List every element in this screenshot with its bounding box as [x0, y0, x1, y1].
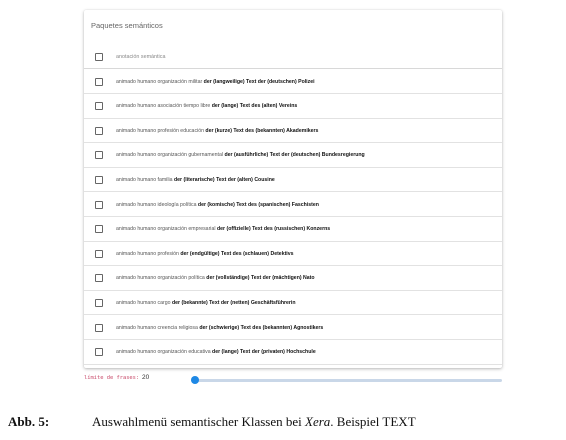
- row-description: animado humano organización empresarial: [116, 226, 216, 233]
- row-description: animado humano familia: [116, 176, 173, 183]
- row-label: animado humano asociación tiempo libre d…: [116, 103, 297, 109]
- row-template: der (lange) Text der (privaten) Hochschu…: [212, 349, 316, 356]
- row-checkbox[interactable]: [95, 348, 103, 357]
- row-template: der (lange) Text des (alten) Vereins: [211, 103, 298, 110]
- row-checkbox[interactable]: [95, 151, 103, 160]
- row-description: animado humano asociación tiempo libre: [116, 103, 211, 110]
- row-description: animado humano organización política: [116, 275, 205, 282]
- row-label: animado humano organización militar der …: [116, 79, 315, 85]
- row-description: animado humano profesión educación: [116, 127, 204, 134]
- semantic-package-row[interactable]: animado humano profesión educación der (…: [84, 119, 502, 144]
- slider-thumb[interactable]: [191, 376, 199, 384]
- row-label: animado humano ideología política der (k…: [116, 202, 319, 208]
- semantic-package-row[interactable]: animado humano creencia religiosa der (s…: [84, 316, 502, 340]
- row-description: animado humano organización gubernamenta…: [116, 152, 223, 159]
- caption-number: Abb. 5:: [8, 414, 50, 429]
- row-checkbox[interactable]: [95, 77, 103, 86]
- row-description: animado humano organización militar: [116, 78, 203, 85]
- panel-title: Paquetes semánticos: [91, 21, 163, 30]
- row-template: der (literarische) Text der (alten) Cous…: [173, 176, 275, 183]
- row-checkbox[interactable]: [95, 249, 103, 258]
- row-template: der (vollständige) Text der (mächtigen) …: [206, 275, 315, 282]
- semantic-package-row[interactable]: animado humano organización educativa de…: [84, 341, 502, 365]
- header-row[interactable]: anotación semántica: [84, 45, 502, 69]
- row-label: animado humano familia der (literarische…: [116, 177, 275, 183]
- row-description: animado humano organización educativa: [116, 349, 211, 356]
- row-label: animado humano organización empresarial …: [116, 226, 330, 232]
- row-description: animado humano profesión: [116, 250, 179, 257]
- row-template: der (bekannte) Text der (netten) Geschäf…: [171, 299, 296, 306]
- row-template: der (schwierige) Text des (bekannten) Ag…: [199, 324, 324, 331]
- slider-track[interactable]: [194, 379, 502, 382]
- header-label: anotación semántica: [116, 53, 166, 60]
- row-label: animado humano cargo der (bekannte) Text…: [116, 300, 296, 306]
- row-checkbox[interactable]: [95, 225, 103, 234]
- row-template: der (offizielle) Text des (russischen) K…: [216, 226, 331, 233]
- row-description: animado humano ideología política: [116, 201, 197, 208]
- row-checkbox[interactable]: [95, 126, 103, 135]
- slider-label: límite de frases:: [84, 375, 140, 381]
- semantic-package-row[interactable]: animado humano ideología política der (k…: [84, 193, 502, 217]
- semantic-package-row[interactable]: animado humano organización política der…: [84, 267, 502, 291]
- row-template: der (komische) Text des (spanischen) Fas…: [197, 201, 319, 208]
- semantic-package-row[interactable]: animado humano organización militar der …: [84, 70, 502, 94]
- semantic-package-row[interactable]: animado humano cargo der (bekannte) Text…: [84, 291, 502, 316]
- row-template: der (ausführliche) Text der (deutschen) …: [224, 152, 365, 159]
- row-description: animado humano cargo: [116, 299, 171, 306]
- row-checkbox[interactable]: [95, 274, 103, 283]
- semantic-package-row[interactable]: animado humano organización gubernamenta…: [84, 144, 502, 168]
- row-checkbox[interactable]: [95, 102, 103, 111]
- semantic-package-row[interactable]: animado humano profesión der (endgültige…: [84, 242, 502, 267]
- caption-text-after: . Beispiel TEXT: [330, 414, 416, 429]
- row-template: der (kurze) Text des (bekannten) Akademi…: [205, 127, 319, 134]
- row-template: der (langweilige) Text der (deutschen) P…: [203, 78, 315, 85]
- semantic-package-row[interactable]: animado humano familia der (literarische…: [84, 168, 502, 193]
- row-checkbox[interactable]: [95, 200, 103, 209]
- caption-italic: Xera: [305, 414, 331, 429]
- row-label: animado humano organización gubernamenta…: [116, 152, 365, 158]
- row-label: animado humano creencia religiosa der (s…: [116, 325, 323, 331]
- caption-text-before: Auswahlmenü semantischer Klassen bei: [92, 414, 306, 429]
- semantic-package-row[interactable]: animado humano asociación tiempo libre d…: [84, 95, 502, 119]
- row-checkbox[interactable]: [95, 323, 103, 332]
- row-template: der (endgültige) Text des (schlauen) Det…: [180, 250, 294, 257]
- row-checkbox[interactable]: [95, 298, 103, 307]
- figure-caption: Abb. 5: Auswahlmenü semantischer Klassen …: [8, 414, 416, 430]
- semantic-package-row[interactable]: animado humano organización empresarial …: [84, 218, 502, 242]
- row-label: animado humano profesión educación der (…: [116, 128, 318, 134]
- row-checkbox[interactable]: [95, 175, 103, 184]
- select-all-checkbox[interactable]: [95, 52, 103, 61]
- row-label: animado humano profesión der (endgültige…: [116, 251, 294, 257]
- row-label: animado humano organización educativa de…: [116, 349, 316, 355]
- slider-value: 20: [142, 374, 150, 381]
- row-description: animado humano creencia religiosa: [116, 324, 198, 331]
- semantic-packages-panel: Paquetes semánticos anotación semántica …: [84, 10, 502, 368]
- sentence-limit-slider-area: límite de frases: 20: [84, 372, 504, 388]
- row-label: animado humano organización política der…: [116, 275, 315, 281]
